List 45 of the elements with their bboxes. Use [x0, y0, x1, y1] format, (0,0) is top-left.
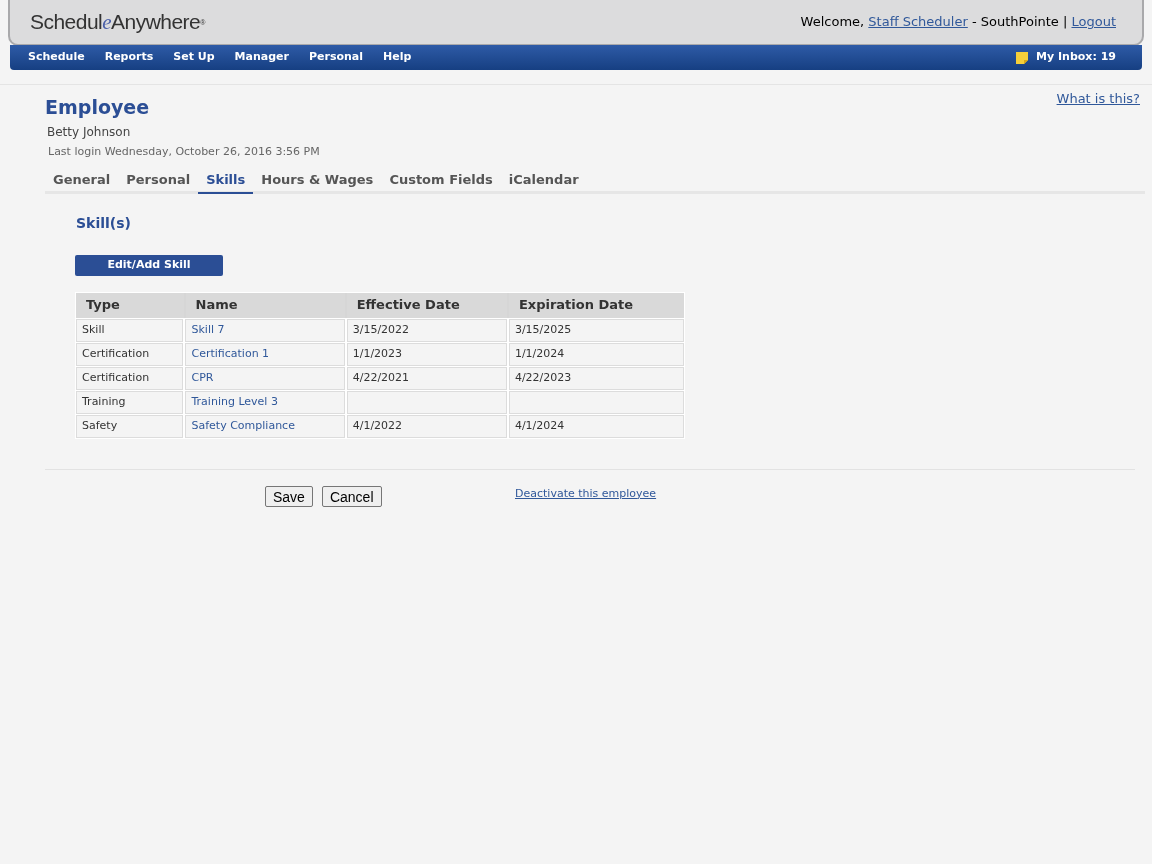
note-icon — [1016, 51, 1029, 64]
table-cell[interactable]: Certification 1 — [185, 342, 345, 366]
nav-item[interactable]: Schedule — [28, 49, 85, 66]
deactivate-link[interactable]: Deactivate this employee — [515, 485, 657, 502]
table-cell: Certification — [76, 366, 184, 390]
logout-link[interactable]: Logout — [1071, 14, 1116, 30]
table-cell: 4/22/2021 — [346, 366, 507, 390]
tab[interactable]: Custom Fields — [381, 168, 501, 194]
table-cell: Training — [76, 390, 184, 414]
page-title: Employee — [45, 95, 150, 119]
nav-item[interactable]: Reports — [104, 49, 154, 66]
table-cell[interactable]: Safety Compliance — [185, 414, 345, 438]
table-cell: Skill — [76, 318, 184, 342]
table-cell: 1/1/2024 — [508, 342, 684, 366]
nav-item[interactable]: Manager — [234, 49, 289, 66]
table-cell: 3/15/2025 — [508, 318, 684, 342]
table-cell: Safety — [76, 414, 184, 438]
tab[interactable]: iCalendar — [500, 168, 587, 194]
table-cell: 4/22/2023 — [508, 366, 684, 390]
nav-item[interactable]: Help — [383, 49, 412, 66]
table-cell: 3/15/2022 — [346, 318, 507, 342]
table-cell: Certification — [76, 342, 184, 366]
tab[interactable]: General — [45, 168, 119, 194]
section-title: Skill(s) — [76, 214, 131, 231]
nav-item[interactable]: Personal — [308, 49, 363, 66]
form-button[interactable]: Save — [265, 485, 313, 507]
tab[interactable]: Personal — [118, 168, 199, 194]
help-link[interactable]: What is this? — [1056, 89, 1140, 109]
edit-add-skill-button[interactable]: Edit/Add Skill — [75, 254, 223, 276]
tab[interactable]: Skills — [198, 168, 254, 194]
tab[interactable]: Hours & Wages — [253, 168, 382, 194]
employee-name: Betty Johnson — [47, 124, 132, 141]
welcome-text: Welcome, Staff Scheduler - SouthPointe | Logout — [800, 13, 1116, 32]
table-cell[interactable]: Training Level 3 — [185, 390, 345, 414]
table-cell: 4/1/2022 — [346, 414, 507, 438]
nav-item[interactable]: Set Up — [173, 49, 215, 66]
table-cell: 1/1/2023 — [346, 342, 507, 366]
inbox-link[interactable]: My Inbox: 19 — [1016, 49, 1116, 66]
table-cell[interactable]: CPR — [185, 366, 345, 390]
form-button[interactable]: Cancel — [321, 485, 382, 507]
last-login: Last login Wednesday, October 26, 2016 3:56 PM — [48, 144, 321, 160]
table-cell: 4/1/2024 — [508, 414, 684, 438]
user-link[interactable]: Staff Scheduler — [868, 14, 968, 30]
table-cell[interactable]: Skill 7 — [185, 318, 345, 342]
logo: ScheduleAnywhere$^{®}$ — [30, 8, 205, 36]
